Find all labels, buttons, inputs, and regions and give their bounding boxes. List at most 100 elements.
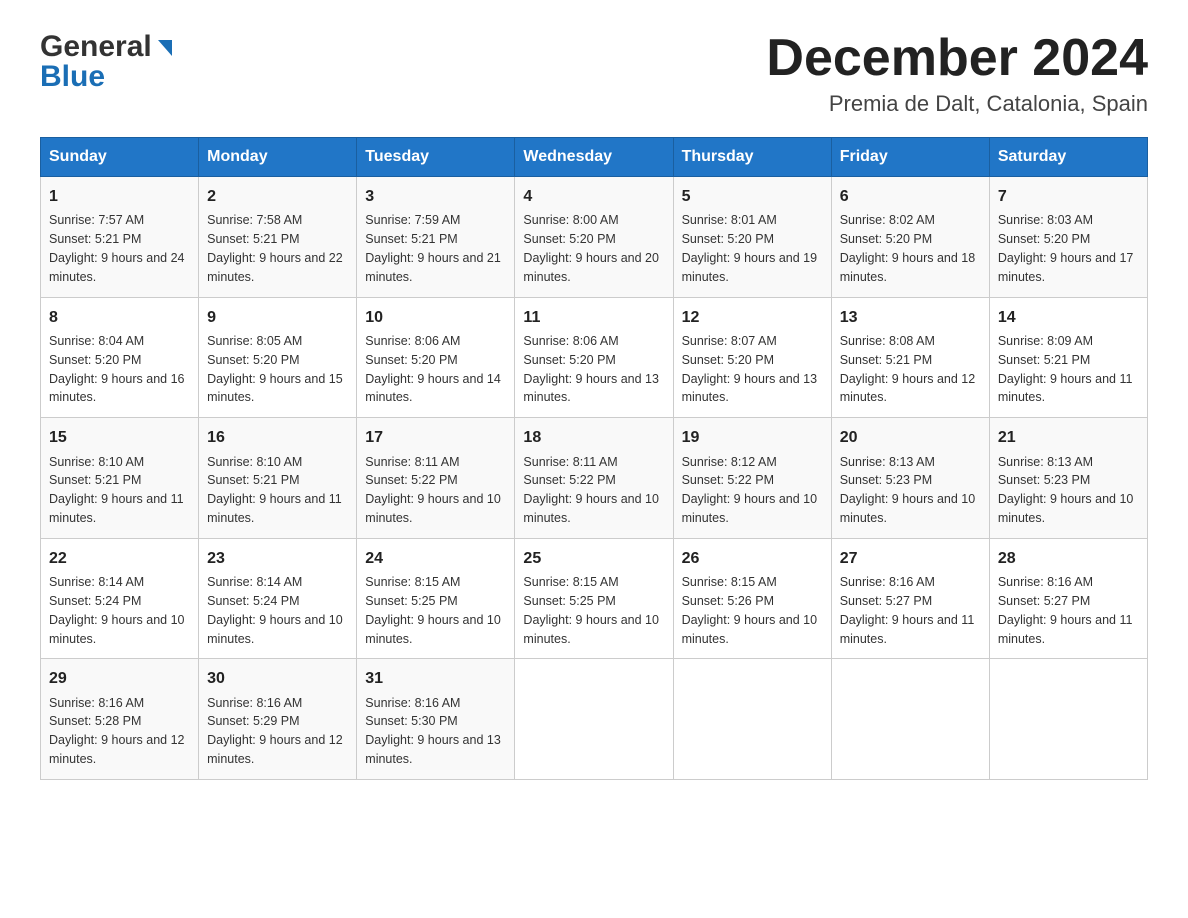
day-info: Sunrise: 8:14 AMSunset: 5:24 PMDaylight:… bbox=[207, 575, 343, 646]
weekday-header-row: SundayMondayTuesdayWednesdayThursdayFrid… bbox=[41, 138, 1148, 177]
calendar-cell: 28 Sunrise: 8:16 AMSunset: 5:27 PMDaylig… bbox=[989, 538, 1147, 659]
day-number: 17 bbox=[365, 426, 506, 449]
day-info: Sunrise: 8:13 AMSunset: 5:23 PMDaylight:… bbox=[840, 455, 976, 526]
day-number: 2 bbox=[207, 185, 348, 208]
day-info: Sunrise: 8:06 AMSunset: 5:20 PMDaylight:… bbox=[523, 334, 659, 405]
calendar-cell bbox=[673, 659, 831, 780]
calendar-cell: 16 Sunrise: 8:10 AMSunset: 5:21 PMDaylig… bbox=[199, 418, 357, 539]
week-row-4: 22 Sunrise: 8:14 AMSunset: 5:24 PMDaylig… bbox=[41, 538, 1148, 659]
calendar-cell: 13 Sunrise: 8:08 AMSunset: 5:21 PMDaylig… bbox=[831, 297, 989, 418]
page-header: General Blue December 2024 Premia de Dal… bbox=[40, 30, 1148, 117]
day-info: Sunrise: 8:11 AMSunset: 5:22 PMDaylight:… bbox=[523, 455, 659, 526]
calendar-cell: 27 Sunrise: 8:16 AMSunset: 5:27 PMDaylig… bbox=[831, 538, 989, 659]
day-info: Sunrise: 8:04 AMSunset: 5:20 PMDaylight:… bbox=[49, 334, 185, 405]
day-info: Sunrise: 8:11 AMSunset: 5:22 PMDaylight:… bbox=[365, 455, 501, 526]
day-number: 31 bbox=[365, 667, 506, 690]
day-number: 22 bbox=[49, 547, 190, 570]
day-number: 12 bbox=[682, 306, 823, 329]
day-info: Sunrise: 8:05 AMSunset: 5:20 PMDaylight:… bbox=[207, 334, 343, 405]
calendar-cell: 21 Sunrise: 8:13 AMSunset: 5:23 PMDaylig… bbox=[989, 418, 1147, 539]
day-number: 23 bbox=[207, 547, 348, 570]
day-info: Sunrise: 8:15 AMSunset: 5:25 PMDaylight:… bbox=[365, 575, 501, 646]
day-number: 18 bbox=[523, 426, 664, 449]
week-row-2: 8 Sunrise: 8:04 AMSunset: 5:20 PMDayligh… bbox=[41, 297, 1148, 418]
calendar-cell: 2 Sunrise: 7:58 AMSunset: 5:21 PMDayligh… bbox=[199, 177, 357, 298]
weekday-header-friday: Friday bbox=[831, 138, 989, 177]
logo-blue-text: Blue bbox=[40, 60, 105, 94]
day-info: Sunrise: 8:12 AMSunset: 5:22 PMDaylight:… bbox=[682, 455, 818, 526]
day-number: 6 bbox=[840, 185, 981, 208]
calendar-cell: 18 Sunrise: 8:11 AMSunset: 5:22 PMDaylig… bbox=[515, 418, 673, 539]
calendar-cell: 26 Sunrise: 8:15 AMSunset: 5:26 PMDaylig… bbox=[673, 538, 831, 659]
title-section: December 2024 Premia de Dalt, Catalonia,… bbox=[766, 30, 1148, 117]
day-number: 20 bbox=[840, 426, 981, 449]
calendar-cell: 6 Sunrise: 8:02 AMSunset: 5:20 PMDayligh… bbox=[831, 177, 989, 298]
calendar-cell: 22 Sunrise: 8:14 AMSunset: 5:24 PMDaylig… bbox=[41, 538, 199, 659]
day-number: 30 bbox=[207, 667, 348, 690]
calendar-cell: 29 Sunrise: 8:16 AMSunset: 5:28 PMDaylig… bbox=[41, 659, 199, 780]
day-info: Sunrise: 8:16 AMSunset: 5:29 PMDaylight:… bbox=[207, 696, 343, 767]
calendar-cell: 23 Sunrise: 8:14 AMSunset: 5:24 PMDaylig… bbox=[199, 538, 357, 659]
day-info: Sunrise: 8:09 AMSunset: 5:21 PMDaylight:… bbox=[998, 334, 1133, 405]
day-info: Sunrise: 7:57 AMSunset: 5:21 PMDaylight:… bbox=[49, 213, 185, 284]
calendar-cell: 8 Sunrise: 8:04 AMSunset: 5:20 PMDayligh… bbox=[41, 297, 199, 418]
day-number: 29 bbox=[49, 667, 190, 690]
day-info: Sunrise: 7:59 AMSunset: 5:21 PMDaylight:… bbox=[365, 213, 501, 284]
day-number: 21 bbox=[998, 426, 1139, 449]
calendar-cell: 24 Sunrise: 8:15 AMSunset: 5:25 PMDaylig… bbox=[357, 538, 515, 659]
calendar-title: December 2024 bbox=[766, 30, 1148, 87]
day-number: 14 bbox=[998, 306, 1139, 329]
calendar-cell: 20 Sunrise: 8:13 AMSunset: 5:23 PMDaylig… bbox=[831, 418, 989, 539]
day-info: Sunrise: 8:03 AMSunset: 5:20 PMDaylight:… bbox=[998, 213, 1134, 284]
calendar-cell: 25 Sunrise: 8:15 AMSunset: 5:25 PMDaylig… bbox=[515, 538, 673, 659]
day-number: 27 bbox=[840, 547, 981, 570]
day-number: 10 bbox=[365, 306, 506, 329]
day-number: 4 bbox=[523, 185, 664, 208]
calendar-cell: 11 Sunrise: 8:06 AMSunset: 5:20 PMDaylig… bbox=[515, 297, 673, 418]
calendar-cell: 7 Sunrise: 8:03 AMSunset: 5:20 PMDayligh… bbox=[989, 177, 1147, 298]
day-info: Sunrise: 8:16 AMSunset: 5:28 PMDaylight:… bbox=[49, 696, 185, 767]
day-info: Sunrise: 8:02 AMSunset: 5:20 PMDaylight:… bbox=[840, 213, 976, 284]
day-number: 26 bbox=[682, 547, 823, 570]
day-info: Sunrise: 8:15 AMSunset: 5:25 PMDaylight:… bbox=[523, 575, 659, 646]
calendar-cell bbox=[515, 659, 673, 780]
calendar-table: SundayMondayTuesdayWednesdayThursdayFrid… bbox=[40, 137, 1148, 780]
day-number: 13 bbox=[840, 306, 981, 329]
day-number: 25 bbox=[523, 547, 664, 570]
logo: General Blue bbox=[40, 30, 176, 94]
calendar-cell bbox=[989, 659, 1147, 780]
day-info: Sunrise: 8:13 AMSunset: 5:23 PMDaylight:… bbox=[998, 455, 1134, 526]
calendar-cell: 15 Sunrise: 8:10 AMSunset: 5:21 PMDaylig… bbox=[41, 418, 199, 539]
calendar-cell: 17 Sunrise: 8:11 AMSunset: 5:22 PMDaylig… bbox=[357, 418, 515, 539]
weekday-header-thursday: Thursday bbox=[673, 138, 831, 177]
day-number: 8 bbox=[49, 306, 190, 329]
calendar-cell: 31 Sunrise: 8:16 AMSunset: 5:30 PMDaylig… bbox=[357, 659, 515, 780]
calendar-subtitle: Premia de Dalt, Catalonia, Spain bbox=[766, 91, 1148, 117]
week-row-5: 29 Sunrise: 8:16 AMSunset: 5:28 PMDaylig… bbox=[41, 659, 1148, 780]
calendar-cell: 1 Sunrise: 7:57 AMSunset: 5:21 PMDayligh… bbox=[41, 177, 199, 298]
weekday-header-saturday: Saturday bbox=[989, 138, 1147, 177]
calendar-cell: 9 Sunrise: 8:05 AMSunset: 5:20 PMDayligh… bbox=[199, 297, 357, 418]
calendar-cell: 5 Sunrise: 8:01 AMSunset: 5:20 PMDayligh… bbox=[673, 177, 831, 298]
day-info: Sunrise: 8:16 AMSunset: 5:27 PMDaylight:… bbox=[998, 575, 1133, 646]
day-number: 15 bbox=[49, 426, 190, 449]
weekday-header-wednesday: Wednesday bbox=[515, 138, 673, 177]
logo-arrow-icon bbox=[154, 38, 176, 60]
day-number: 9 bbox=[207, 306, 348, 329]
calendar-cell: 19 Sunrise: 8:12 AMSunset: 5:22 PMDaylig… bbox=[673, 418, 831, 539]
calendar-cell: 3 Sunrise: 7:59 AMSunset: 5:21 PMDayligh… bbox=[357, 177, 515, 298]
week-row-1: 1 Sunrise: 7:57 AMSunset: 5:21 PMDayligh… bbox=[41, 177, 1148, 298]
day-info: Sunrise: 8:14 AMSunset: 5:24 PMDaylight:… bbox=[49, 575, 185, 646]
week-row-3: 15 Sunrise: 8:10 AMSunset: 5:21 PMDaylig… bbox=[41, 418, 1148, 539]
day-number: 19 bbox=[682, 426, 823, 449]
day-info: Sunrise: 8:07 AMSunset: 5:20 PMDaylight:… bbox=[682, 334, 818, 405]
day-info: Sunrise: 8:08 AMSunset: 5:21 PMDaylight:… bbox=[840, 334, 976, 405]
day-number: 7 bbox=[998, 185, 1139, 208]
logo-general-text: General bbox=[40, 30, 152, 64]
day-info: Sunrise: 8:01 AMSunset: 5:20 PMDaylight:… bbox=[682, 213, 818, 284]
calendar-cell: 4 Sunrise: 8:00 AMSunset: 5:20 PMDayligh… bbox=[515, 177, 673, 298]
day-info: Sunrise: 8:16 AMSunset: 5:27 PMDaylight:… bbox=[840, 575, 975, 646]
weekday-header-monday: Monday bbox=[199, 138, 357, 177]
day-number: 28 bbox=[998, 547, 1139, 570]
day-info: Sunrise: 8:10 AMSunset: 5:21 PMDaylight:… bbox=[49, 455, 184, 526]
